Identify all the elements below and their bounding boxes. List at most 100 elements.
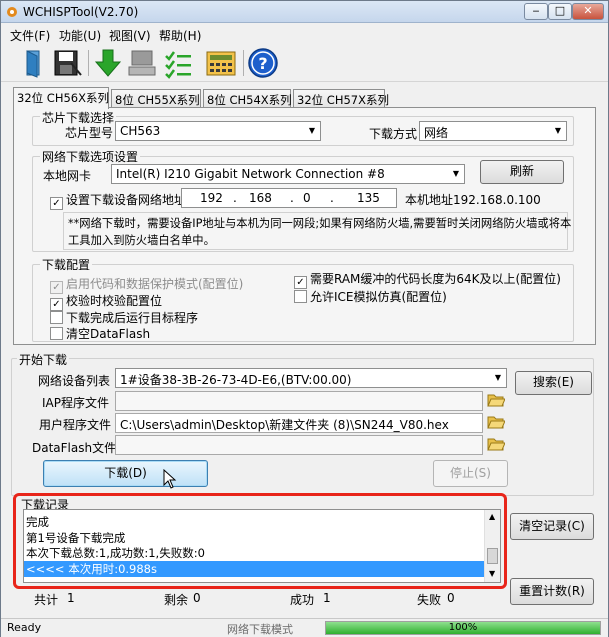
ice-emulation-label: 允许ICE模拟仿真(配置位) xyxy=(310,290,447,304)
stop-button[interactable]: 停止(S) xyxy=(433,460,508,487)
ip-octet-4: 135 xyxy=(357,191,380,205)
chip-model-label: 芯片型号 xyxy=(65,126,114,140)
clear-log-button[interactable]: 清空记录(C) xyxy=(510,513,594,540)
user-file-label: 用户程序文件 xyxy=(39,418,112,432)
firewall-note: **网络下载时，需要设备IP地址与本机为同一网段;如果有网络防火墙,需要暂时关闭… xyxy=(63,212,571,250)
scroll-down-icon[interactable]: ▼ xyxy=(489,569,495,578)
device-ip-input[interactable]: 192 . 168 . 0 . 135 xyxy=(181,188,397,208)
checkbox-box xyxy=(50,327,63,340)
fail-value: 0 xyxy=(447,591,455,605)
folder-open-icon[interactable] xyxy=(487,392,505,408)
save-file-icon[interactable] xyxy=(51,47,83,79)
refresh-button[interactable]: 刷新 xyxy=(480,160,564,184)
calculator-icon[interactable] xyxy=(205,47,237,79)
title-bar[interactable]: WCHISPTool(V2.70) ‒ □ ✕ xyxy=(1,1,608,23)
reset-count-button[interactable]: 重置计数(R) xyxy=(510,578,594,605)
tab-ch56x[interactable]: 32位 CH56X系列 xyxy=(13,87,109,109)
download-icon[interactable] xyxy=(92,47,124,79)
config-group-title: 下载配置 xyxy=(40,256,93,273)
ip-dot: . xyxy=(330,191,334,205)
chevron-down-icon: ▼ xyxy=(452,169,460,178)
progress-text: 100% xyxy=(448,622,478,633)
clear-dataflash-checkbox[interactable]: 清空DataFlash xyxy=(50,325,150,342)
download-button[interactable]: 下载(D) xyxy=(43,460,208,487)
ip-dot: . xyxy=(233,191,237,205)
menu-view[interactable]: 视图(V) xyxy=(109,27,151,44)
status-ready: Ready xyxy=(7,621,42,634)
run-after-download-label: 下载完成后运行目标程序 xyxy=(66,311,199,325)
download-log[interactable]: 完成 第1号设备下载完成 本次下载总数:1,成功数:1,失败数:0 <<<< 本… xyxy=(23,509,501,583)
fail-label: 失败 xyxy=(417,593,442,607)
log-line: 本次下载总数:1,成功数:1,失败数:0 xyxy=(26,546,205,560)
menu-file[interactable]: 文件(F) xyxy=(10,27,50,44)
start-download-title: 开始下载 xyxy=(17,351,70,368)
status-bar: Ready 网络下载模式 100% xyxy=(1,618,608,637)
scroll-thumb[interactable] xyxy=(487,548,498,564)
set-ip-checkbox[interactable]: ✓ 设置下载设备网络地址 xyxy=(50,191,186,210)
tab-panel: 芯片下载选择 芯片型号 CH563 ▼ 下载方式 网络 ▼ 网络下载选项设置 本… xyxy=(13,107,596,345)
download-mode-select[interactable]: 网络 ▼ xyxy=(419,121,567,141)
checkbox-box: ✓ xyxy=(50,197,63,210)
download-mode-label: 下载方式 xyxy=(369,127,418,141)
folder-open-icon[interactable] xyxy=(487,436,505,452)
log-line-selected: <<<< 本次用时:0.988s xyxy=(24,561,484,577)
chip-model-value: CH563 xyxy=(120,124,161,138)
local-address-label: 本机地址192.168.0.100 xyxy=(405,193,541,207)
chevron-down-icon: ▼ xyxy=(554,126,562,135)
menu-bar: 文件(F) 功能(U) 视图(V) 帮助(H) xyxy=(1,24,608,44)
dataflash-file-label: DataFlash文件 xyxy=(32,441,117,455)
maximize-button[interactable]: □ xyxy=(548,3,572,20)
search-button[interactable]: 搜索(E) xyxy=(515,371,592,395)
checkbox-box xyxy=(50,311,63,324)
app-gear-icon xyxy=(7,7,17,17)
chip-model-select[interactable]: CH563 ▼ xyxy=(115,121,321,141)
scroll-up-icon[interactable]: ▲ xyxy=(489,512,495,521)
dataflash-file-input[interactable] xyxy=(115,435,483,455)
ice-emulation-checkbox[interactable]: 允许ICE模拟仿真(配置位) xyxy=(294,288,447,305)
toolbar: ? xyxy=(1,44,608,82)
open-file-icon[interactable] xyxy=(18,47,50,79)
nic-select[interactable]: Intel(R) I210 Gigabit Network Connection… xyxy=(111,164,465,184)
close-button[interactable]: ✕ xyxy=(572,3,604,20)
verify-icon[interactable] xyxy=(163,47,195,79)
app-window: WCHISPTool(V2.70) ‒ □ ✕ 文件(F) 功能(U) 视图(V… xyxy=(0,0,609,637)
iap-file-input[interactable] xyxy=(115,391,483,411)
log-line: 第1号设备下载完成 xyxy=(26,531,126,545)
nic-label: 本地网卡 xyxy=(43,169,92,183)
toolbar-separator xyxy=(243,50,244,76)
success-label: 成功 xyxy=(290,593,315,607)
download-mode-value: 网络 xyxy=(424,126,449,140)
toolbar-separator xyxy=(88,50,89,76)
mouse-cursor-icon xyxy=(163,469,177,489)
ram-buffer-label: 需要RAM缓冲的代码长度为64K及以上(配置位) xyxy=(310,272,561,286)
checkbox-box xyxy=(294,290,307,303)
window-title: WCHISPTool(V2.70) xyxy=(23,5,139,19)
remain-value: 0 xyxy=(193,591,201,605)
tab-ch55x[interactable]: 8位 CH55X系列 xyxy=(111,89,201,108)
device-list-value: 1#设备38-3B-26-73-4D-E6,(BTV:00.00) xyxy=(120,373,352,387)
device-list-select[interactable]: 1#设备38-3B-26-73-4D-E6,(BTV:00.00) ▼ xyxy=(115,368,507,388)
chevron-down-icon: ▼ xyxy=(494,373,502,382)
ip-dot: . xyxy=(290,191,294,205)
menu-help[interactable]: 帮助(H) xyxy=(159,27,201,44)
device-icon[interactable] xyxy=(126,47,158,79)
set-ip-label: 设置下载设备网络地址 xyxy=(66,193,187,207)
menu-function[interactable]: 功能(U) xyxy=(59,27,101,44)
minimize-button[interactable]: ‒ xyxy=(524,3,548,20)
run-after-download-checkbox[interactable]: 下载完成后运行目标程序 xyxy=(50,309,198,326)
clear-dataflash-label: 清空DataFlash xyxy=(66,327,151,341)
ip-octet-1: 192 xyxy=(200,191,223,205)
ram-buffer-checkbox[interactable]: ✓ 需要RAM缓冲的代码长度为64K及以上(配置位) xyxy=(294,270,561,289)
ip-octet-2: 168 xyxy=(249,191,272,205)
status-mode: 网络下载模式 xyxy=(227,623,293,636)
help-icon[interactable]: ? xyxy=(247,47,279,79)
tab-ch57x[interactable]: 32位 CH57X系列 xyxy=(293,89,389,108)
log-scrollbar[interactable]: ▲ ▼ xyxy=(484,510,500,582)
nic-value: Intel(R) I210 Gigabit Network Connection… xyxy=(116,167,385,181)
help-glyph: ? xyxy=(258,54,267,73)
log-line: 完成 xyxy=(26,515,49,529)
user-file-input[interactable]: C:\Users\admin\Desktop\新建文件夹 (8)\SN244_V… xyxy=(115,413,483,433)
tab-ch54x[interactable]: 8位 CH54X系列 xyxy=(203,89,292,108)
folder-open-icon[interactable] xyxy=(487,414,505,430)
ip-octet-3: 0 xyxy=(303,191,311,205)
